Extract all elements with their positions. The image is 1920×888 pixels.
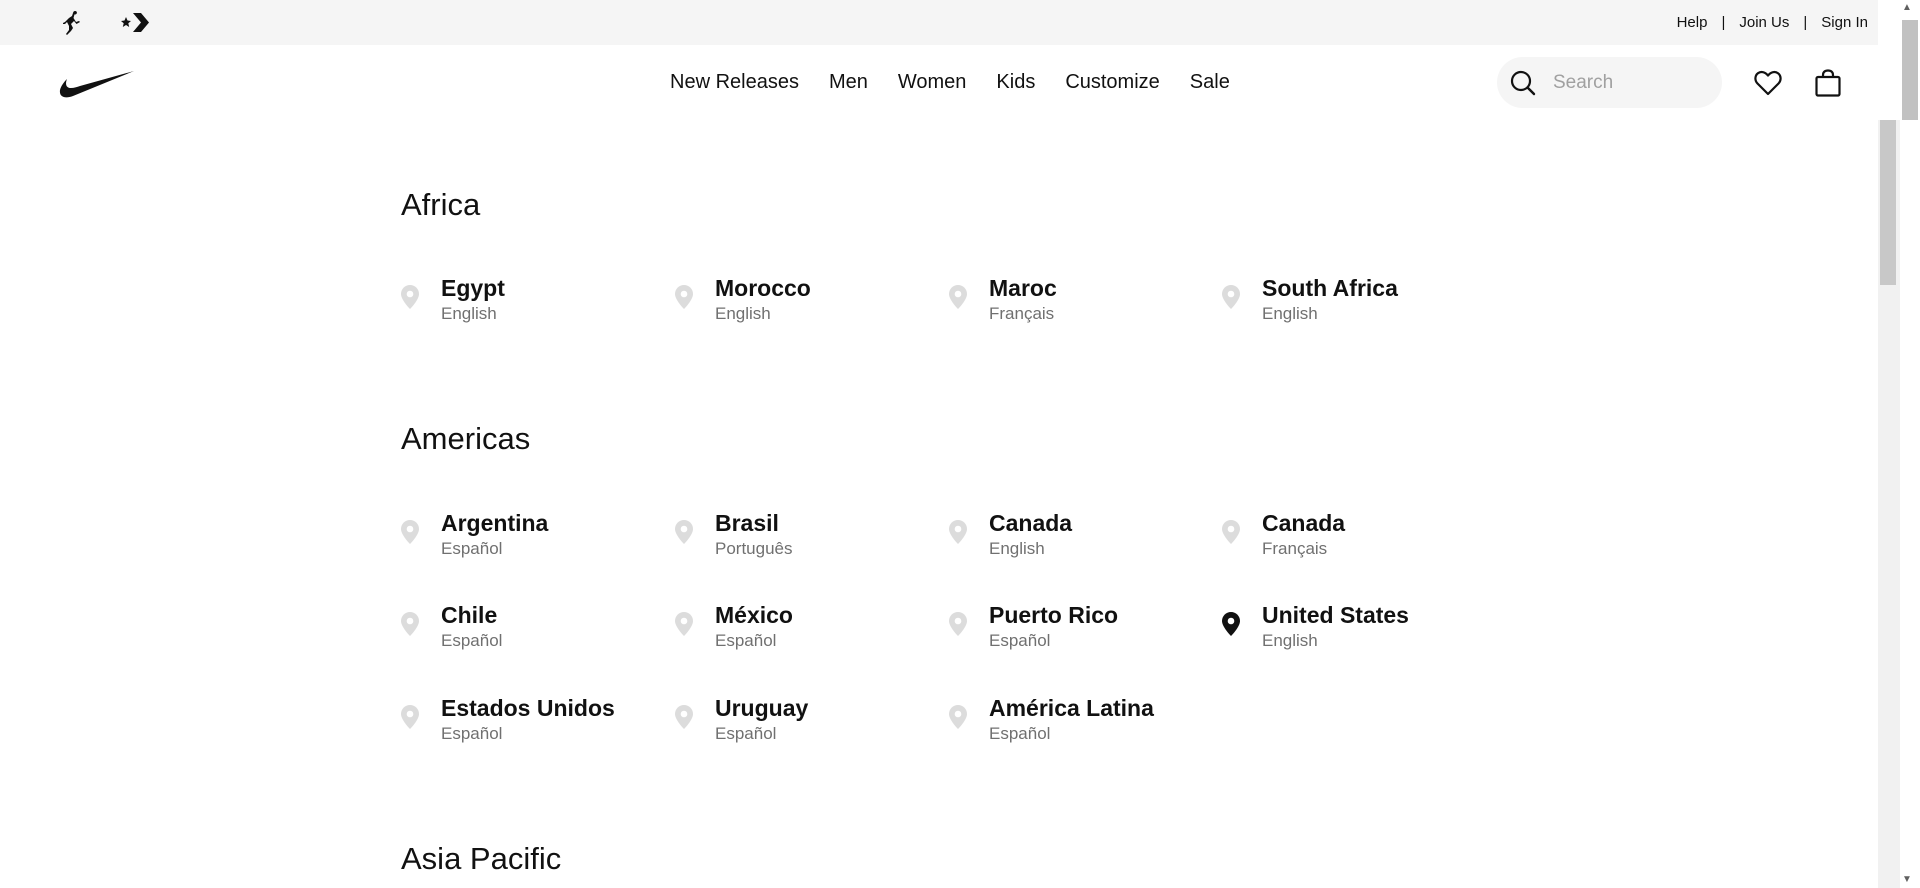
nav-sale[interactable]: Sale (1190, 71, 1230, 94)
converse-star-chevron-icon[interactable] (119, 9, 151, 36)
location-pin-icon (401, 612, 419, 636)
country-name: Estados Unidos (441, 695, 615, 721)
join-us-link[interactable]: Join Us (1739, 14, 1789, 31)
search-box[interactable] (1497, 57, 1722, 108)
location-united-states-english[interactable]: United States English (1222, 602, 1482, 662)
main-header: New Releases Men Women Kids Customize Sa… (0, 45, 1878, 120)
page-scrollbar[interactable]: ▲ ▼ (1900, 0, 1920, 888)
sign-in-link[interactable]: Sign In (1821, 14, 1868, 31)
nav-men[interactable]: Men (829, 71, 868, 94)
location-pin-icon (675, 520, 693, 544)
location-pin-icon (401, 285, 419, 309)
location-maroc-francais[interactable]: Maroc Français (949, 275, 1209, 335)
country-name: Chile (441, 602, 498, 628)
location-pin-icon (675, 612, 693, 636)
country-name: Puerto Rico (989, 602, 1119, 628)
location-pin-icon (401, 520, 419, 544)
search-icon[interactable] (1509, 69, 1537, 97)
language-name: Français (1262, 539, 1328, 558)
location-pin-icon (1222, 285, 1240, 309)
language-name: Español (441, 539, 503, 558)
region-title-americas: Americas (401, 421, 531, 456)
location-canada-francais[interactable]: Canada Français (1222, 510, 1482, 570)
separator: | (1803, 14, 1808, 31)
language-name: Español (715, 724, 777, 743)
language-name: Español (989, 724, 1051, 743)
location-south-africa-english[interactable]: South Africa English (1222, 275, 1482, 335)
location-morocco-english[interactable]: Morocco English (675, 275, 935, 335)
favorites-heart-icon[interactable] (1753, 68, 1783, 98)
language-name: Español (441, 724, 503, 743)
scroll-up-arrow-icon[interactable]: ▲ (1902, 2, 1912, 13)
location-pin-icon (949, 285, 967, 309)
language-name: English (1262, 631, 1318, 650)
location-argentina-espanol[interactable]: Argentina Español (401, 510, 661, 570)
location-pin-icon (949, 520, 967, 544)
language-name: Español (441, 631, 503, 650)
location-canada-english[interactable]: Canada English (949, 510, 1209, 570)
nav-new-releases[interactable]: New Releases (670, 71, 799, 94)
location-pin-icon (1222, 520, 1240, 544)
country-name: United States (1262, 602, 1409, 628)
language-name: Español (989, 631, 1051, 650)
separator: | (1721, 14, 1726, 31)
utility-bar: Help | Join Us | Sign In (0, 0, 1878, 45)
location-pin-icon (949, 705, 967, 729)
language-name: Français (989, 304, 1055, 323)
inner-scrollbar-thumb[interactable] (1880, 120, 1896, 285)
location-pin-selected-icon (1222, 612, 1240, 636)
location-pin-icon (949, 612, 967, 636)
location-brasil-portugues[interactable]: Brasil Português (675, 510, 935, 570)
primary-nav: New Releases Men Women Kids Customize Sa… (670, 45, 1260, 120)
country-name: Egypt (441, 275, 505, 301)
location-america-latina-espanol[interactable]: América Latina Español (949, 695, 1209, 755)
page-scrollbar-thumb[interactable] (1902, 20, 1918, 120)
language-name: English (441, 304, 497, 323)
language-name: English (1262, 304, 1318, 323)
language-name: Español (715, 631, 777, 650)
country-name: Canada (989, 510, 1073, 536)
country-name: South Africa (1262, 275, 1398, 301)
inner-scrollbar[interactable] (1878, 120, 1900, 888)
country-name: Brasil (715, 510, 779, 536)
country-name: Morocco (715, 275, 811, 301)
country-name: Canada (1262, 510, 1346, 536)
scroll-down-arrow-icon[interactable]: ▼ (1902, 874, 1912, 885)
location-mexico-espanol[interactable]: México Español (675, 602, 935, 662)
location-puerto-rico-espanol[interactable]: Puerto Rico Español (949, 602, 1209, 662)
language-name: English (715, 304, 771, 323)
help-link[interactable]: Help (1677, 14, 1708, 31)
country-name: México (715, 602, 793, 628)
language-name: Português (715, 539, 793, 558)
country-name: Argentina (441, 510, 549, 536)
location-egypt-english[interactable]: Egypt English (401, 275, 661, 335)
location-uruguay-espanol[interactable]: Uruguay Español (675, 695, 935, 755)
utility-links: Help | Join Us | Sign In (1677, 0, 1868, 45)
location-chile-espanol[interactable]: Chile Español (401, 602, 661, 662)
region-title-africa: Africa (401, 187, 481, 222)
search-input[interactable] (1553, 71, 1703, 94)
location-pin-icon (675, 705, 693, 729)
country-name: Maroc (989, 275, 1057, 301)
language-name: English (989, 539, 1045, 558)
location-pin-icon (675, 285, 693, 309)
nav-kids[interactable]: Kids (996, 71, 1035, 94)
nav-women[interactable]: Women (898, 71, 967, 94)
nav-customize[interactable]: Customize (1065, 71, 1159, 94)
bag-icon[interactable] (1813, 68, 1843, 98)
country-name: América Latina (989, 695, 1154, 721)
jordan-jumpman-icon[interactable] (59, 9, 89, 36)
location-estados-unidos-espanol[interactable]: Estados Unidos Español (401, 695, 661, 755)
region-title-asia-pacific: Asia Pacific (401, 841, 562, 876)
nike-swoosh-logo[interactable] (59, 70, 135, 98)
country-name: Uruguay (715, 695, 809, 721)
location-pin-icon (401, 705, 419, 729)
